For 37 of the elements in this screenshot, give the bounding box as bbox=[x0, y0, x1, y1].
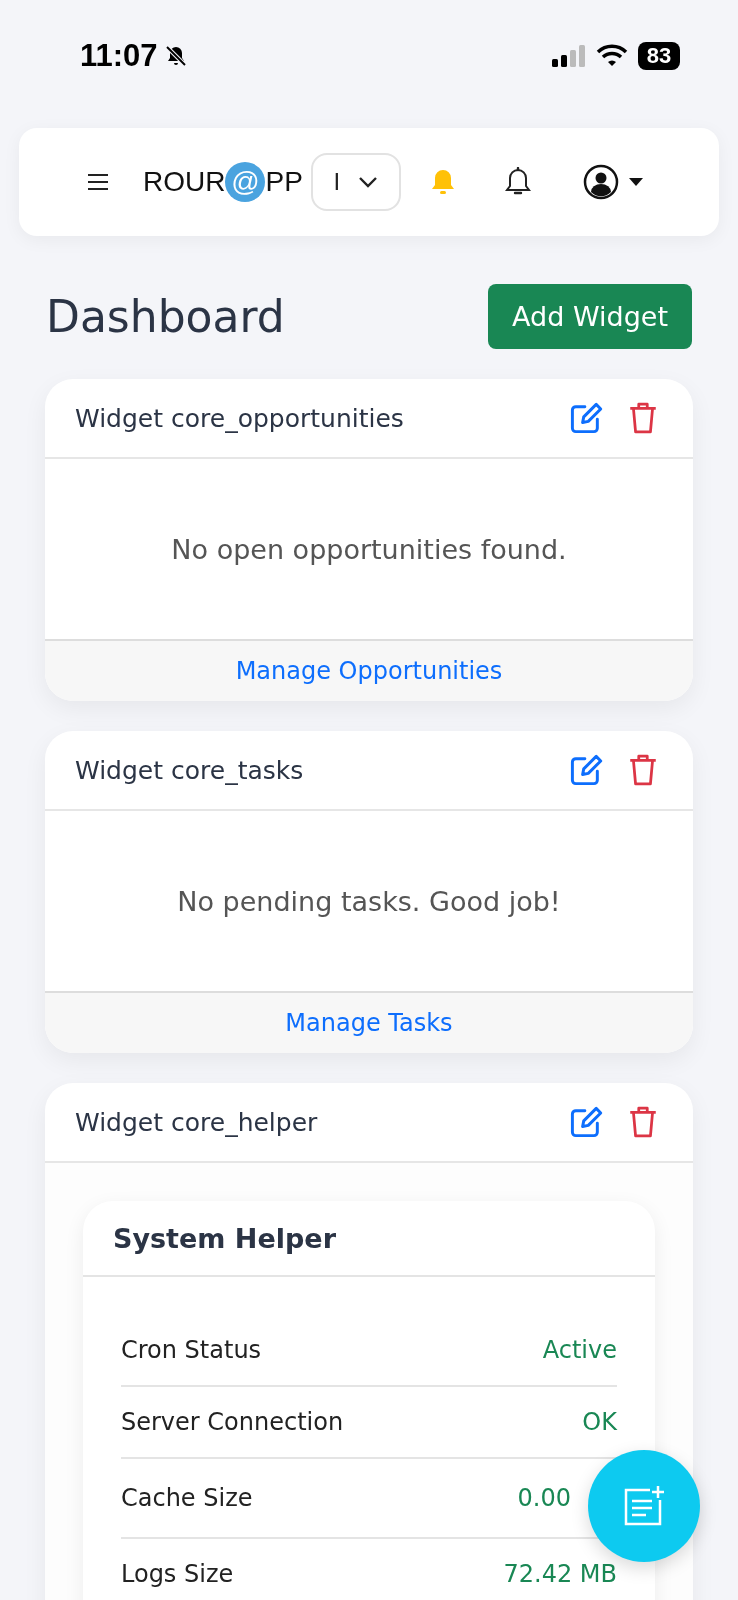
empty-message: No pending tasks. Good job! bbox=[177, 885, 561, 917]
info-value: 72.42 MB bbox=[503, 1560, 617, 1588]
chevron-down-icon bbox=[358, 176, 379, 188]
info-value: Active bbox=[542, 1336, 617, 1364]
menu-icon[interactable] bbox=[87, 173, 109, 191]
note-add-icon bbox=[622, 1484, 666, 1528]
info-label: Cron Status bbox=[121, 1336, 262, 1364]
signal-icon bbox=[550, 44, 586, 68]
bell-off-icon bbox=[163, 44, 188, 68]
add-widget-button[interactable]: Add Widget bbox=[488, 284, 692, 349]
selector-dropdown[interactable]: I bbox=[310, 153, 401, 211]
edit-icon[interactable] bbox=[569, 1105, 603, 1139]
info-label: Cache Size bbox=[121, 1484, 253, 1512]
delete-icon[interactable] bbox=[627, 753, 659, 787]
empty-message: No open opportunities found. bbox=[171, 533, 567, 565]
logo[interactable]: ROUR @ PP bbox=[143, 162, 303, 202]
info-label: Server Connection bbox=[121, 1408, 344, 1436]
wifi-icon bbox=[596, 44, 628, 68]
manage-link[interactable]: Manage Tasks bbox=[285, 1009, 453, 1037]
info-value: OK bbox=[582, 1408, 617, 1436]
panel-title: System Helper bbox=[113, 1222, 336, 1254]
delete-icon[interactable] bbox=[627, 1105, 659, 1139]
widget-title: Widget core_helper bbox=[75, 1107, 319, 1137]
status-time: 11:07 bbox=[80, 38, 158, 74]
bell-icon[interactable] bbox=[504, 167, 531, 197]
widget-title: Widget core_opportunities bbox=[75, 403, 405, 433]
manage-link[interactable]: Manage Opportunities bbox=[235, 657, 503, 685]
user-avatar-icon[interactable] bbox=[582, 164, 619, 200]
caret-icon[interactable] bbox=[628, 178, 643, 186]
widget-title: Widget core_tasks bbox=[75, 755, 305, 785]
page-title: Dashboard bbox=[46, 291, 285, 342]
delete-icon[interactable] bbox=[627, 401, 659, 435]
info-value: 0.00 bbox=[517, 1484, 571, 1512]
edit-icon[interactable] bbox=[569, 401, 603, 435]
edit-icon[interactable] bbox=[569, 753, 603, 787]
info-label: Logs Size bbox=[121, 1560, 234, 1588]
battery-icon: 83 bbox=[638, 42, 680, 70]
